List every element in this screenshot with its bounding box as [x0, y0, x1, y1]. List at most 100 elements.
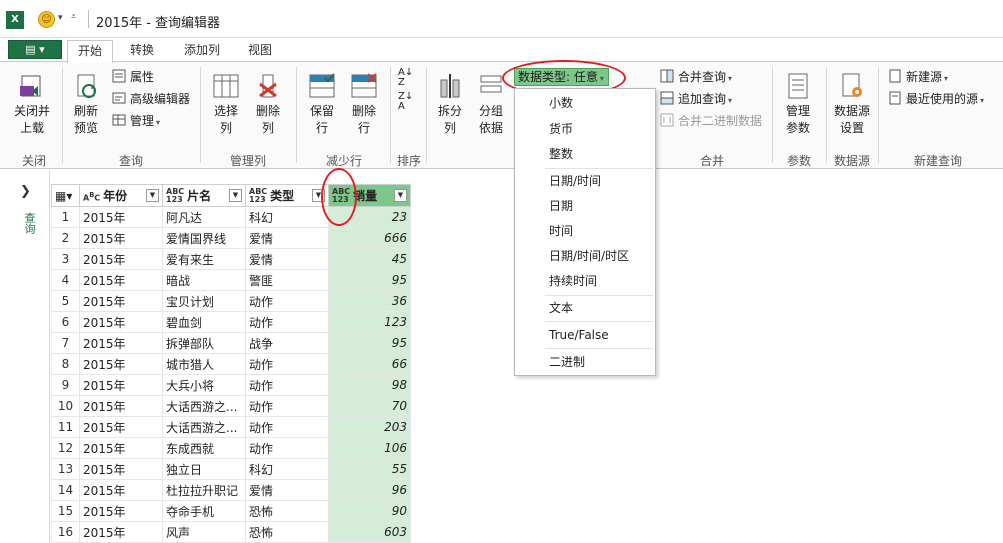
- cell-genre[interactable]: 爱情: [245, 479, 329, 501]
- table-row[interactable]: 5 2015年 宝贝计划 动作 36: [51, 290, 411, 312]
- sort-descending-button[interactable]: Z↓ A: [398, 92, 413, 112]
- cell-year[interactable]: 2015年: [79, 521, 163, 543]
- tab-view[interactable]: 视图: [238, 40, 282, 62]
- cell-genre[interactable]: 爱情: [245, 248, 329, 270]
- cell-sales[interactable]: 70: [328, 395, 411, 417]
- cell-sales[interactable]: 66: [328, 353, 411, 375]
- menu-item-currency[interactable]: 货币: [515, 117, 655, 141]
- refresh-preview-button[interactable]: 刷新 预览: [66, 72, 106, 137]
- column-header-genre[interactable]: ABC 123 类型 ▼: [245, 184, 329, 207]
- cell-year[interactable]: 2015年: [79, 395, 163, 417]
- tab-home[interactable]: 开始: [67, 40, 113, 63]
- row-number[interactable]: 7: [51, 332, 80, 354]
- keep-rows-button[interactable]: 保留 行: [302, 72, 342, 137]
- expand-chevron-icon[interactable]: ❯: [20, 184, 31, 199]
- menu-item-datetimezone[interactable]: 日期/时间/时区: [515, 244, 655, 268]
- cell-year[interactable]: 2015年: [79, 311, 163, 333]
- column-header-title[interactable]: ABC 123 片名 ▼: [162, 184, 246, 207]
- cell-title[interactable]: 爱有来生: [162, 248, 246, 270]
- table-row[interactable]: 6 2015年 碧血剑 动作 123: [51, 311, 411, 333]
- advanced-editor-button[interactable]: 高级编辑器: [112, 90, 190, 108]
- table-row[interactable]: 13 2015年 独立日 科幻 55: [51, 458, 411, 480]
- cell-genre[interactable]: 动作: [245, 374, 329, 396]
- tab-transform[interactable]: 转换: [120, 40, 164, 62]
- cell-genre[interactable]: 战争: [245, 332, 329, 354]
- row-number[interactable]: 5: [51, 290, 80, 312]
- table-row[interactable]: 4 2015年 暗战 警匪 95: [51, 269, 411, 291]
- data-source-settings-button[interactable]: 数据源 设置: [830, 72, 874, 137]
- cell-title[interactable]: 大话西游之...: [162, 416, 246, 438]
- menu-item-time[interactable]: 时间: [515, 219, 655, 243]
- row-number[interactable]: 1: [51, 206, 80, 228]
- table-row[interactable]: 3 2015年 爱有来生 爱情 45: [51, 248, 411, 270]
- cell-sales[interactable]: 95: [328, 269, 411, 291]
- row-number[interactable]: 9: [51, 374, 80, 396]
- row-number[interactable]: 11: [51, 416, 80, 438]
- split-column-button[interactable]: 拆分 列: [432, 72, 468, 137]
- menu-item-duration[interactable]: 持续时间: [515, 269, 655, 293]
- cell-genre[interactable]: 警匪: [245, 269, 329, 291]
- cell-genre[interactable]: 科幻: [245, 206, 329, 228]
- row-number[interactable]: 4: [51, 269, 80, 291]
- row-number[interactable]: 12: [51, 437, 80, 459]
- select-all-header[interactable]: ▦▾: [51, 184, 80, 207]
- row-number[interactable]: 10: [51, 395, 80, 417]
- table-row[interactable]: 10 2015年 大话西游之... 动作 70: [51, 395, 411, 417]
- remove-columns-button[interactable]: 删除 列: [248, 72, 288, 137]
- cell-year[interactable]: 2015年: [79, 353, 163, 375]
- cell-title[interactable]: 碧血剑: [162, 311, 246, 333]
- cell-genre[interactable]: 动作: [245, 437, 329, 459]
- table-row[interactable]: 7 2015年 拆弹部队 战争 95: [51, 332, 411, 354]
- cell-title[interactable]: 暗战: [162, 269, 246, 291]
- choose-columns-button[interactable]: 选择 列: [206, 72, 246, 137]
- merge-queries-button[interactable]: 合并查询 ▾: [660, 68, 732, 86]
- filter-dropdown-icon[interactable]: ▼: [146, 189, 159, 202]
- cell-year[interactable]: 2015年: [79, 479, 163, 501]
- recent-sources-button[interactable]: 最近使用的源 ▾: [888, 90, 984, 108]
- excel-icon[interactable]: X: [6, 11, 24, 29]
- cell-year[interactable]: 2015年: [79, 458, 163, 480]
- menu-item-datetime[interactable]: 日期/时间: [515, 169, 655, 193]
- filter-dropdown-icon[interactable]: ▼: [229, 189, 242, 202]
- cell-year[interactable]: 2015年: [79, 332, 163, 354]
- properties-button[interactable]: 属性: [112, 68, 154, 86]
- cell-sales[interactable]: 95: [328, 332, 411, 354]
- cell-genre[interactable]: 恐怖: [245, 521, 329, 543]
- cell-title[interactable]: 独立日: [162, 458, 246, 480]
- table-row[interactable]: 9 2015年 大兵小将 动作 98: [51, 374, 411, 396]
- cell-genre[interactable]: 科幻: [245, 458, 329, 480]
- menu-item-date[interactable]: 日期: [515, 194, 655, 218]
- row-number[interactable]: 14: [51, 479, 80, 501]
- cell-year[interactable]: 2015年: [79, 290, 163, 312]
- close-and-load-button[interactable]: 关闭并 上载: [10, 72, 54, 137]
- table-row[interactable]: 16 2015年 风声 恐怖 603: [51, 521, 411, 543]
- cell-genre[interactable]: 动作: [245, 395, 329, 417]
- cell-year[interactable]: 2015年: [79, 206, 163, 228]
- cell-sales[interactable]: 106: [328, 437, 411, 459]
- combine-binaries-button[interactable]: 合并二进制数据: [660, 112, 762, 130]
- cell-genre[interactable]: 恐怖: [245, 500, 329, 522]
- cell-genre[interactable]: 动作: [245, 353, 329, 375]
- table-row[interactable]: 1 2015年 阿凡达 科幻 23: [51, 206, 411, 228]
- cell-year[interactable]: 2015年: [79, 374, 163, 396]
- cell-year[interactable]: 2015年: [79, 500, 163, 522]
- menu-item-text[interactable]: 文本: [515, 296, 655, 320]
- cell-title[interactable]: 拆弹部队: [162, 332, 246, 354]
- manage-parameters-button[interactable]: 管理 参数: [778, 72, 818, 137]
- column-header-year[interactable]: ABC 年份 ▼: [79, 184, 163, 207]
- cell-sales[interactable]: 96: [328, 479, 411, 501]
- row-number[interactable]: 15: [51, 500, 80, 522]
- cell-title[interactable]: 风声: [162, 521, 246, 543]
- row-number[interactable]: 3: [51, 248, 80, 270]
- row-number[interactable]: 16: [51, 521, 80, 543]
- table-row[interactable]: 15 2015年 夺命手机 恐怖 90: [51, 500, 411, 522]
- table-row[interactable]: 14 2015年 杜拉拉升职记 爱情 96: [51, 479, 411, 501]
- cell-title[interactable]: 东成西就: [162, 437, 246, 459]
- cell-year[interactable]: 2015年: [79, 227, 163, 249]
- cell-title[interactable]: 大话西游之...: [162, 395, 246, 417]
- cell-sales[interactable]: 36: [328, 290, 411, 312]
- cell-genre[interactable]: 动作: [245, 290, 329, 312]
- table-row[interactable]: 12 2015年 东成西就 动作 106: [51, 437, 411, 459]
- sort-ascending-button[interactable]: A↓ Z: [398, 68, 413, 88]
- menu-item-binary[interactable]: 二进制: [515, 350, 655, 374]
